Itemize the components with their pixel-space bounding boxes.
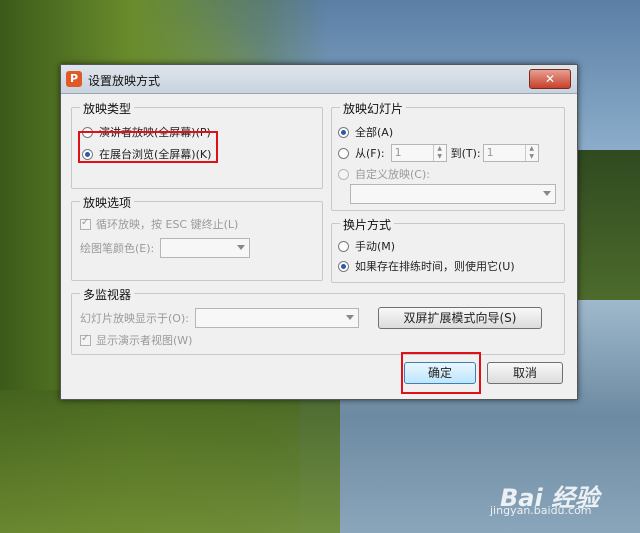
loop-checkbox[interactable]: 循环放映，按 ESC 键终止(L) [80,216,238,232]
radio-use-timing[interactable]: 如果存在排练时间，则使用它(U) [338,258,515,274]
from-spinner[interactable]: 1 ▲ ▼ [390,144,447,162]
from-value: 1 [394,146,402,159]
display-on-row: 幻灯片放映显示于(O): [80,308,359,328]
spinner-arrows-icon[interactable]: ▲ ▼ [432,145,446,161]
from-label: 从(F): [355,147,385,160]
show-options-title: 放映选项 [80,194,135,211]
advance-title: 换片方式 [340,216,395,233]
use-timing-label: 如果存在排练时间，则使用它(U) [355,260,515,273]
radio-icon[interactable] [338,240,349,252]
pen-color-row: 绘图笔颜色(E): [80,238,251,258]
dual-screen-wizard-button[interactable]: 双屏扩展模式向导(S) [378,307,542,329]
manual-label: 手动(M) [355,240,396,253]
radio-custom-show[interactable]: 自定义放映(C): [338,166,430,182]
close-button[interactable]: ✕ [529,69,571,89]
dropdown-arrow-icon [543,191,551,196]
radio-all-slides[interactable]: 全部(A) [338,124,393,140]
pen-color-label: 绘图笔颜色(E): [80,242,155,255]
to-label: 到(T): [450,147,481,160]
display-on-label: 幻灯片放映显示于(O): [80,312,189,325]
to-spinner[interactable]: 1 ▲ ▼ [482,144,539,162]
monitors-group: 多监视器 幻灯片放映显示于(O): 双屏扩展模式向导(S) 显示演示者视图(W) [71,286,565,355]
watermark-url: jingyan.baidu.com [490,504,592,517]
custom-show-label: 自定义放映(C): [355,168,430,181]
background-far-trees [575,150,640,300]
background-branches [0,390,340,533]
dialog-titlebar[interactable]: P 设置放映方式 ✕ [61,65,577,94]
all-slides-label: 全部(A) [355,126,394,139]
baidu-watermark: Bai 经验 jingyan.baidu.com [490,478,599,517]
custom-show-select[interactable] [350,184,556,204]
monitors-title: 多监视器 [80,286,135,303]
radio-manual[interactable]: 手动(M) [338,238,395,254]
show-options-group: 放映选项 循环放映，按 ESC 键终止(L) 绘图笔颜色(E): [71,194,323,281]
presenter-view-checkbox[interactable]: 显示演示者视图(W) [80,332,192,348]
loop-label: 循环放映，按 ESC 键终止(L) [96,218,239,231]
to-value: 1 [486,146,494,159]
radio-range[interactable]: 从(F): 1 ▲ ▼ 到(T): 1 ▲ ▼ [338,144,539,162]
highlight-box-kiosk [78,131,218,163]
checkbox-icon[interactable] [80,333,91,346]
slideshow-settings-dialog: P 设置放映方式 ✕ 放映类型 演讲者放映(全屏幕)(P) 在展台浏览(全屏幕)… [60,64,578,400]
pen-color-select[interactable] [160,238,251,258]
spinner-arrows-icon[interactable]: ▲ ▼ [524,145,538,161]
show-slides-title: 放映幻灯片 [340,100,407,117]
highlight-box-ok [401,352,481,394]
dialog-title: 设置放映方式 [88,74,161,88]
display-on-select[interactable] [194,308,359,328]
radio-selected-icon[interactable] [338,260,349,272]
checkbox-icon[interactable] [80,217,91,230]
radio-selected-icon[interactable] [338,126,349,138]
dropdown-arrow-icon [237,245,246,250]
dropdown-arrow-icon [345,315,354,320]
cancel-button[interactable]: 取消 [487,362,563,384]
show-slides-group: 放映幻灯片 全部(A) 从(F): 1 ▲ ▼ 到(T): 1 ▲ ▼ 自定义放映(… [331,100,565,211]
radio-icon[interactable] [338,147,349,159]
presenter-view-label: 显示演示者视图(W) [96,334,193,347]
advance-group: 换片方式 手动(M) 如果存在排练时间，则使用它(U) [331,216,565,283]
wps-presentation-icon: P [66,71,82,87]
show-type-title: 放映类型 [80,100,135,117]
radio-disabled-icon[interactable] [338,168,349,180]
